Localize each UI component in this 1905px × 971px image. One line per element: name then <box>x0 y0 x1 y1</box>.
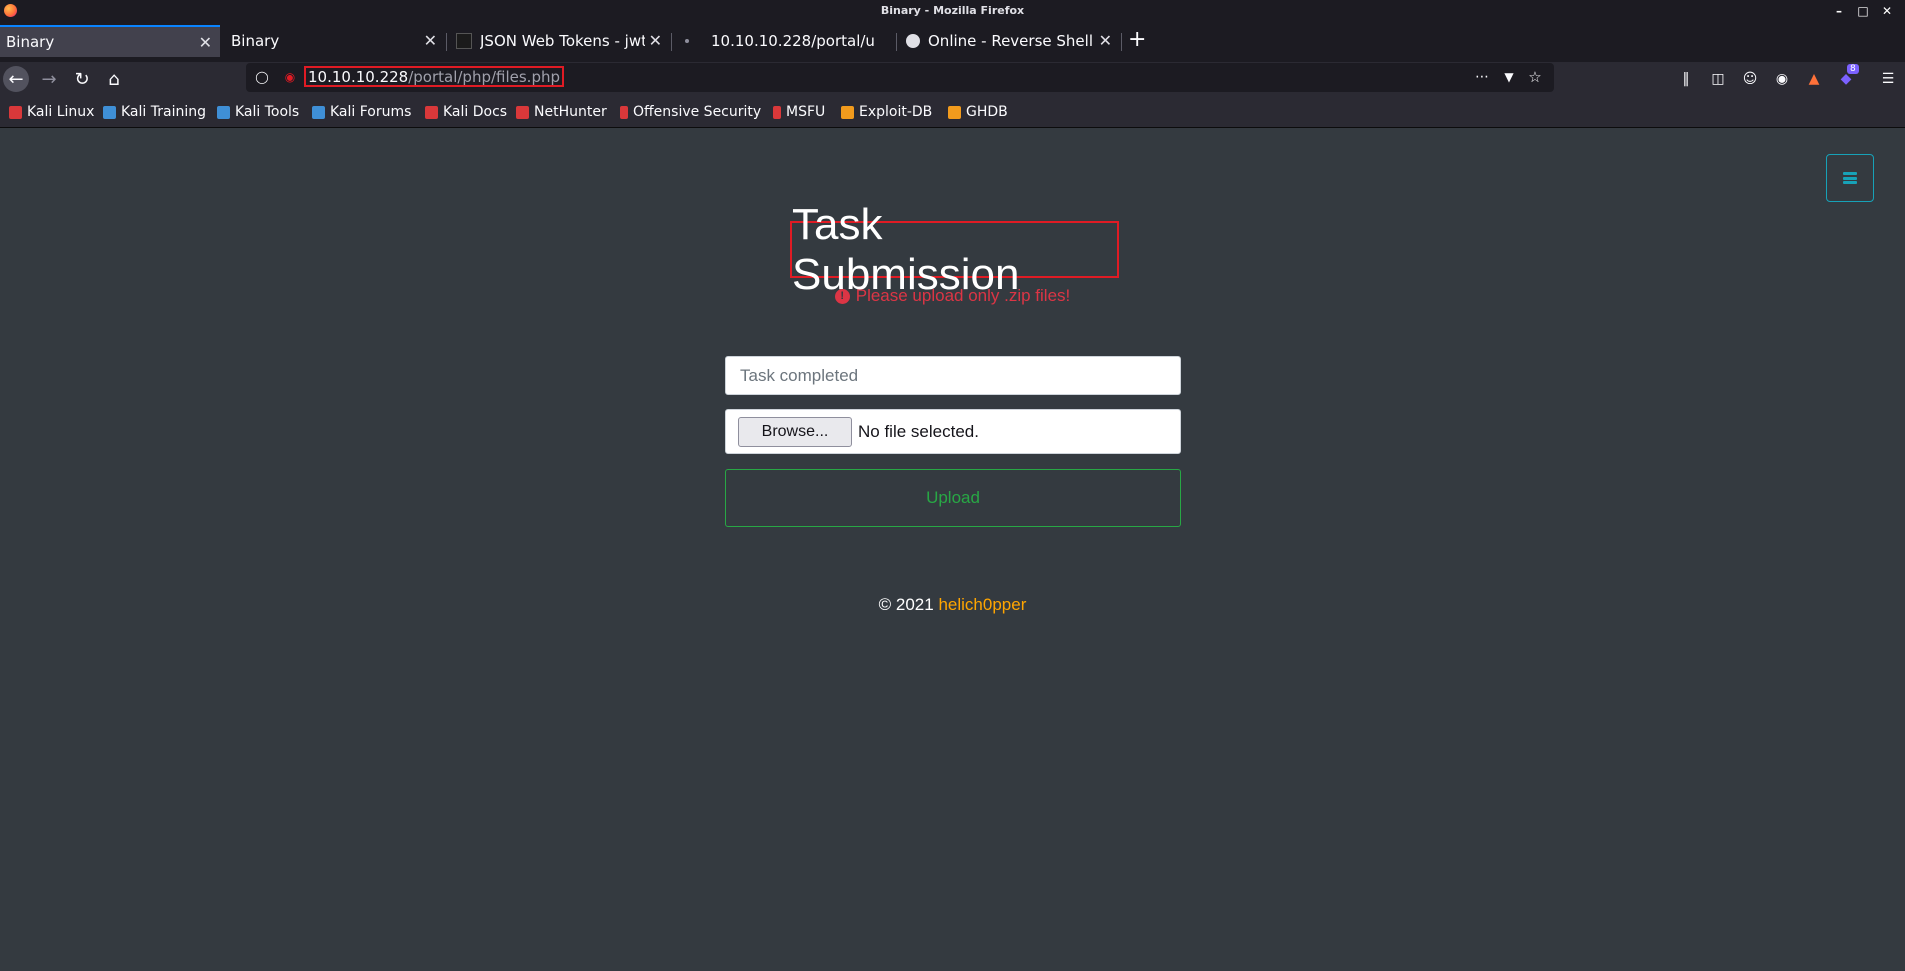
bookmark-label: Kali Docs <box>443 104 508 120</box>
url-text[interactable]: 10.10.10.228/portal/php/files.php <box>304 66 564 87</box>
tab-separator <box>671 33 672 51</box>
menu-bars-icon <box>1843 172 1857 184</box>
sidebar-icon[interactable]: ◫ <box>1708 69 1728 89</box>
bookmark-label: Exploit-DB <box>859 104 933 120</box>
bookmark-kali-training[interactable]: Kali Training <box>103 104 206 120</box>
page-actions-icon[interactable]: ⋯ <box>1475 69 1489 85</box>
upload-warning-text: Please upload only .zip files! <box>855 286 1071 305</box>
firefox-logo-icon <box>4 4 17 17</box>
bookmark-label: Kali Forums <box>330 104 412 120</box>
bookmark-kali-linux[interactable]: Kali Linux <box>9 104 94 120</box>
bookmark-label: NetHunter <box>534 104 607 120</box>
upload-button[interactable]: Upload <box>725 469 1181 527</box>
tab-binary[interactable]: Binary ✕ <box>225 25 445 57</box>
tab-label: Binary <box>6 33 55 51</box>
navigation-toolbar: ← → ↻ ⌂ ◯ ◉ 10.10.10.228/portal/php/file… <box>0 62 1905 95</box>
bookmark-kali-docs[interactable]: Kali Docs <box>425 104 507 120</box>
url-bar[interactable]: ◯ ◉ 10.10.10.228/portal/php/files.php ⋯ … <box>246 63 1554 92</box>
exploit-db-spider-icon <box>841 105 854 119</box>
window-controls: – □ ✕ <box>1827 2 1899 19</box>
bookmark-kali-tools[interactable]: Kali Tools <box>217 104 299 120</box>
tab-binary-active[interactable]: Binary ✕ <box>0 25 220 57</box>
tab-label: JSON Web Tokens - jwt.i <box>480 32 645 50</box>
kali-docs-icon <box>425 105 438 119</box>
close-tab-icon[interactable]: ✕ <box>649 31 662 50</box>
tab-label: 10.10.10.228/portal/uplo <box>711 32 876 50</box>
msfu-icon <box>773 105 781 119</box>
navbar-toggle-button[interactable] <box>1826 154 1874 202</box>
url-host: 10.10.10.228 <box>308 67 409 86</box>
bookmark-label: MSFU <box>786 104 826 120</box>
library-icon[interactable]: ‖ <box>1676 69 1696 89</box>
bookmarks-toolbar: Kali Linux Kali Training Kali Tools Kali… <box>0 95 1905 128</box>
new-tab-plus-icon[interactable]: + <box>1128 27 1146 52</box>
insecure-lock-icon[interactable]: ◉ <box>283 70 297 84</box>
account-icon[interactable]: ☺ <box>1740 69 1760 89</box>
close-tab-icon[interactable]: ✕ <box>424 31 437 50</box>
bookmark-ghdb[interactable]: GHDB <box>948 104 1008 120</box>
extension-badge: 8 <box>1847 64 1859 74</box>
close-tab-icon[interactable]: ✕ <box>1099 31 1112 50</box>
file-status: No file selected. <box>858 421 979 441</box>
pocket-icon[interactable]: ▼ <box>1502 70 1516 84</box>
minimize-icon[interactable]: – <box>1827 2 1851 19</box>
close-window-icon[interactable]: ✕ <box>1875 2 1899 19</box>
close-tab-icon[interactable]: ✕ <box>199 33 212 52</box>
page-title: Task Submission <box>792 199 1020 299</box>
hamburger-menu-icon[interactable]: ☰ <box>1878 69 1898 89</box>
maximize-icon[interactable]: □ <box>1851 2 1875 19</box>
forward-arrow-icon[interactable]: → <box>36 66 62 92</box>
tab-reverse-shell[interactable]: Online - Reverse Shell Ge ✕ <box>900 25 1120 57</box>
bookmark-label: Offensive Security <box>633 104 762 120</box>
task-input-wrapper <box>725 356 1181 395</box>
footer: © 2021 helich0pper <box>0 595 1905 615</box>
tab-separator <box>896 33 897 51</box>
reload-icon[interactable]: ↻ <box>69 66 95 92</box>
bookmark-star-icon[interactable]: ☆ <box>1528 68 1542 86</box>
url-path: /portal/php/files.php <box>408 67 560 86</box>
foxyproxy-icon[interactable]: ▲ <box>1804 69 1824 89</box>
file-picker[interactable]: Browse... No file selected. <box>725 409 1181 454</box>
kali-tools-icon <box>217 105 230 119</box>
back-arrow-icon[interactable]: ← <box>3 66 29 92</box>
page-content: Task Submission ! Please upload only .zi… <box>0 129 1905 971</box>
bookmark-label: Kali Linux <box>27 104 95 120</box>
exclamation-circle-icon: ! <box>834 288 850 304</box>
tab-portal-upload[interactable]: 10.10.10.228/portal/uplo <box>675 25 895 57</box>
kali-training-icon <box>103 105 116 119</box>
cookie-icon[interactable]: ◉ <box>1772 69 1792 89</box>
tab-strip: Binary ✕ Binary ✕ JSON Web Tokens - jwt.… <box>0 21 1905 62</box>
bookmark-exploit-db[interactable]: Exploit-DB <box>841 104 932 120</box>
nethunter-icon <box>516 105 529 119</box>
tab-label: Online - Reverse Shell Ge <box>928 32 1093 50</box>
tab-jwt[interactable]: JSON Web Tokens - jwt.i ✕ <box>450 25 670 57</box>
bookmark-label: Kali Tools <box>235 104 300 120</box>
upload-warning: ! Please upload only .zip files! <box>0 286 1905 306</box>
bookmark-kali-forums[interactable]: Kali Forums <box>312 104 411 120</box>
page-title-box: Task Submission <box>790 200 1119 299</box>
tab-separator <box>446 33 447 51</box>
skull-favicon-icon <box>906 34 920 48</box>
tab-separator <box>1121 33 1122 51</box>
bookmark-offensive-security[interactable]: Offensive Security <box>620 104 761 120</box>
task-input[interactable] <box>738 364 1168 387</box>
footer-author-link[interactable]: helich0pper <box>938 595 1026 614</box>
tab-label: Binary <box>231 32 280 50</box>
window-title: Binary - Mozilla Firefox <box>880 4 1025 17</box>
window-titlebar: Binary - Mozilla Firefox – □ ✕ <box>0 0 1905 21</box>
bookmark-msfu[interactable]: MSFU <box>773 104 825 120</box>
bookmark-label: GHDB <box>966 104 1008 120</box>
offsec-icon <box>620 105 628 119</box>
loading-dot-icon <box>685 39 689 43</box>
kali-forums-icon <box>312 105 325 119</box>
ghdb-spider-icon <box>948 105 961 119</box>
footer-copyright: © 2021 <box>878 595 934 614</box>
bookmark-nethunter[interactable]: NetHunter <box>516 104 607 120</box>
shield-icon[interactable]: ◯ <box>255 70 269 84</box>
browse-button[interactable]: Browse... <box>738 416 852 447</box>
bookmark-label: Kali Training <box>121 104 206 120</box>
home-icon[interactable]: ⌂ <box>101 66 127 92</box>
kali-dragon-icon <box>9 105 22 119</box>
jwt-favicon-icon <box>456 33 472 49</box>
